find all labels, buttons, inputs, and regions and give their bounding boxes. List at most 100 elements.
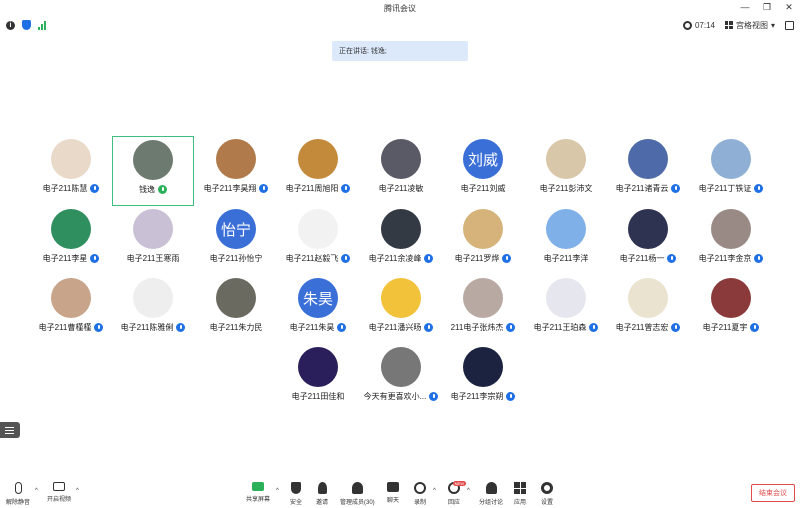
end-meeting-button[interactable]: 结束会议	[751, 484, 795, 502]
status-bar: i 07:14 宫格视图 ▾	[0, 16, 800, 34]
participant-tile[interactable]: 怡宁电子211孙怡宁	[195, 206, 277, 276]
settings-button[interactable]: 设置	[541, 482, 553, 506]
participant-name-row: 电子211王寒雨	[127, 253, 180, 264]
shield-icon	[291, 482, 301, 494]
avatar-text: 怡宁	[220, 221, 251, 239]
reactions-label: 回应	[448, 500, 461, 506]
participant-tile[interactable]: 电子211李金京	[690, 206, 772, 276]
participant-name: 211电子张炜杰	[450, 323, 504, 332]
participant-tile[interactable]: 电子211余凌峰	[360, 206, 442, 276]
manage-members-button[interactable]: 管理成员(30)	[340, 482, 375, 506]
participant-name-row: 电子211周旭阳	[286, 183, 351, 194]
participant-name: 电子211曾志宏	[615, 323, 669, 332]
participant-tile[interactable]: 电子211李洋	[525, 206, 607, 276]
gear-icon	[541, 482, 553, 494]
participant-tile[interactable]: 电子211彭沛文	[525, 136, 607, 206]
participant-name: 电子211凌敏	[378, 184, 424, 193]
shield-icon[interactable]	[22, 20, 31, 30]
avatar	[711, 139, 751, 179]
mic-icon	[429, 392, 439, 401]
share-screen-label: 共享屏幕	[246, 497, 271, 503]
participant-tile[interactable]: 刘威 电子211刘威	[442, 136, 524, 206]
mic-icon	[506, 323, 516, 332]
participant-name: 今天有更喜欢小...	[363, 392, 427, 401]
participant-tile[interactable]: 电子211王寒雨	[112, 206, 194, 276]
apps-icon	[514, 482, 526, 494]
avatar-text: 朱昊	[302, 290, 333, 308]
invite-button[interactable]: 邀请	[316, 482, 328, 506]
participant-name-row: 电子211陈雅俐	[121, 322, 186, 333]
participant-tile[interactable]: 电子211周旭阳	[277, 136, 359, 206]
participant-tile[interactable]: 电子211陈雅俐	[112, 275, 194, 345]
apps-button[interactable]: 应用	[514, 482, 526, 506]
participant-name-row: 电子211余凌峰	[369, 253, 434, 264]
security-button[interactable]: 安全	[290, 482, 302, 506]
participant-tile[interactable]: 电子211陈慧	[30, 136, 112, 206]
unmute-button[interactable]: 解除静音	[6, 482, 30, 506]
participant-name: 电子211刘威	[460, 184, 506, 193]
participant-name: 电子211潘兴旸	[368, 323, 422, 332]
participant-name-row: 电子211诸青云	[616, 183, 681, 194]
participant-tile[interactable]: 钱逸	[112, 136, 194, 206]
info-icon[interactable]: i	[6, 20, 15, 30]
avatar	[133, 140, 173, 180]
smile-icon: NEW	[448, 481, 466, 494]
mic-muted-icon	[14, 482, 22, 494]
restore-icon[interactable]: ❐	[762, 2, 772, 12]
participant-tile[interactable]: 电子211王珀森	[525, 275, 607, 345]
unmute-label: 解除静音	[6, 500, 31, 506]
participant-name-row: 电子211田佳和	[292, 391, 345, 402]
share-screen-button[interactable]: 共享屏幕	[246, 482, 270, 503]
participant-name-row: 电子211李昊翔	[204, 183, 269, 194]
participant-name: 电子211曹槿槿	[38, 323, 92, 332]
security-label: 安全	[290, 500, 303, 506]
participant-tile[interactable]: 电子211凌敏	[360, 136, 442, 206]
participant-tile[interactable]: 电子211曾志宏	[607, 275, 689, 345]
participant-tile[interactable]: 朱昊 电子211朱昊	[277, 275, 359, 345]
participant-tile[interactable]: 电子211李昊翔	[195, 136, 277, 206]
video-options-caret[interactable]: ^	[76, 488, 79, 494]
audio-options-caret[interactable]: ^	[35, 488, 38, 494]
reactions-options-caret[interactable]: ^	[467, 488, 470, 494]
record-button[interactable]: 录制	[414, 482, 426, 506]
close-icon[interactable]: ✕	[784, 2, 794, 12]
participant-tile[interactable]: 电子211诸青云	[607, 136, 689, 206]
participant-tile[interactable]: 电子211田佳和	[277, 344, 359, 414]
chat-panel-toggle[interactable]	[0, 422, 20, 438]
invite-label: 邀请	[316, 500, 329, 506]
participant-name: 电子211孙怡宁	[209, 254, 263, 263]
participant-tile[interactable]: 电子211丁铁证	[690, 136, 772, 206]
participant-tile[interactable]: 电子211罗烨	[442, 206, 524, 276]
participant-name: 电子211罗烨	[454, 254, 500, 263]
participant-tile[interactable]: 电子211赵毅飞	[277, 206, 359, 276]
chat-button[interactable]: 聊天	[387, 482, 399, 504]
participant-name-row: 电子211曹槿槿	[39, 322, 104, 333]
settings-label: 设置	[541, 500, 554, 506]
start-video-button[interactable]: 开启视频	[47, 482, 71, 503]
participant-tile[interactable]: 电子211曹槿槿	[30, 275, 112, 345]
breakout-rooms-button[interactable]: 分组讨论	[479, 482, 503, 506]
participant-tile[interactable]: 电子211朱力民	[195, 275, 277, 345]
avatar	[298, 209, 338, 249]
signal-icon[interactable]	[38, 20, 46, 30]
participant-name: 钱逸	[139, 185, 155, 194]
participant-name: 电子211田佳和	[291, 392, 345, 401]
participant-tile[interactable]: 电子211潘兴旸	[360, 275, 442, 345]
view-switch-button[interactable]: 宫格视图 ▾	[724, 20, 775, 31]
record-options-caret[interactable]: ^	[433, 488, 436, 494]
share-options-caret[interactable]: ^	[276, 488, 279, 494]
participant-tile[interactable]: 电子211李宗朔	[442, 344, 524, 414]
participant-tile[interactable]: 电子211杨一	[607, 206, 689, 276]
participant-name: 电子211李昊翔	[203, 184, 257, 193]
participant-tile[interactable]: 今天有更喜欢小...	[360, 344, 442, 414]
reactions-button[interactable]: NEW 回应	[448, 481, 466, 506]
mic-icon	[94, 323, 104, 332]
add-user-icon	[317, 482, 327, 494]
fullscreen-icon[interactable]	[785, 20, 794, 30]
participant-tile[interactable]: 电子211李星	[30, 206, 112, 276]
record-icon	[414, 482, 426, 494]
minimize-icon[interactable]: —	[740, 2, 750, 12]
participant-tile[interactable]: 211电子张炜杰	[442, 275, 524, 345]
participant-tile[interactable]: 电子211夏宇	[690, 275, 772, 345]
participant-name-row: 电子211夏宇	[703, 322, 760, 333]
